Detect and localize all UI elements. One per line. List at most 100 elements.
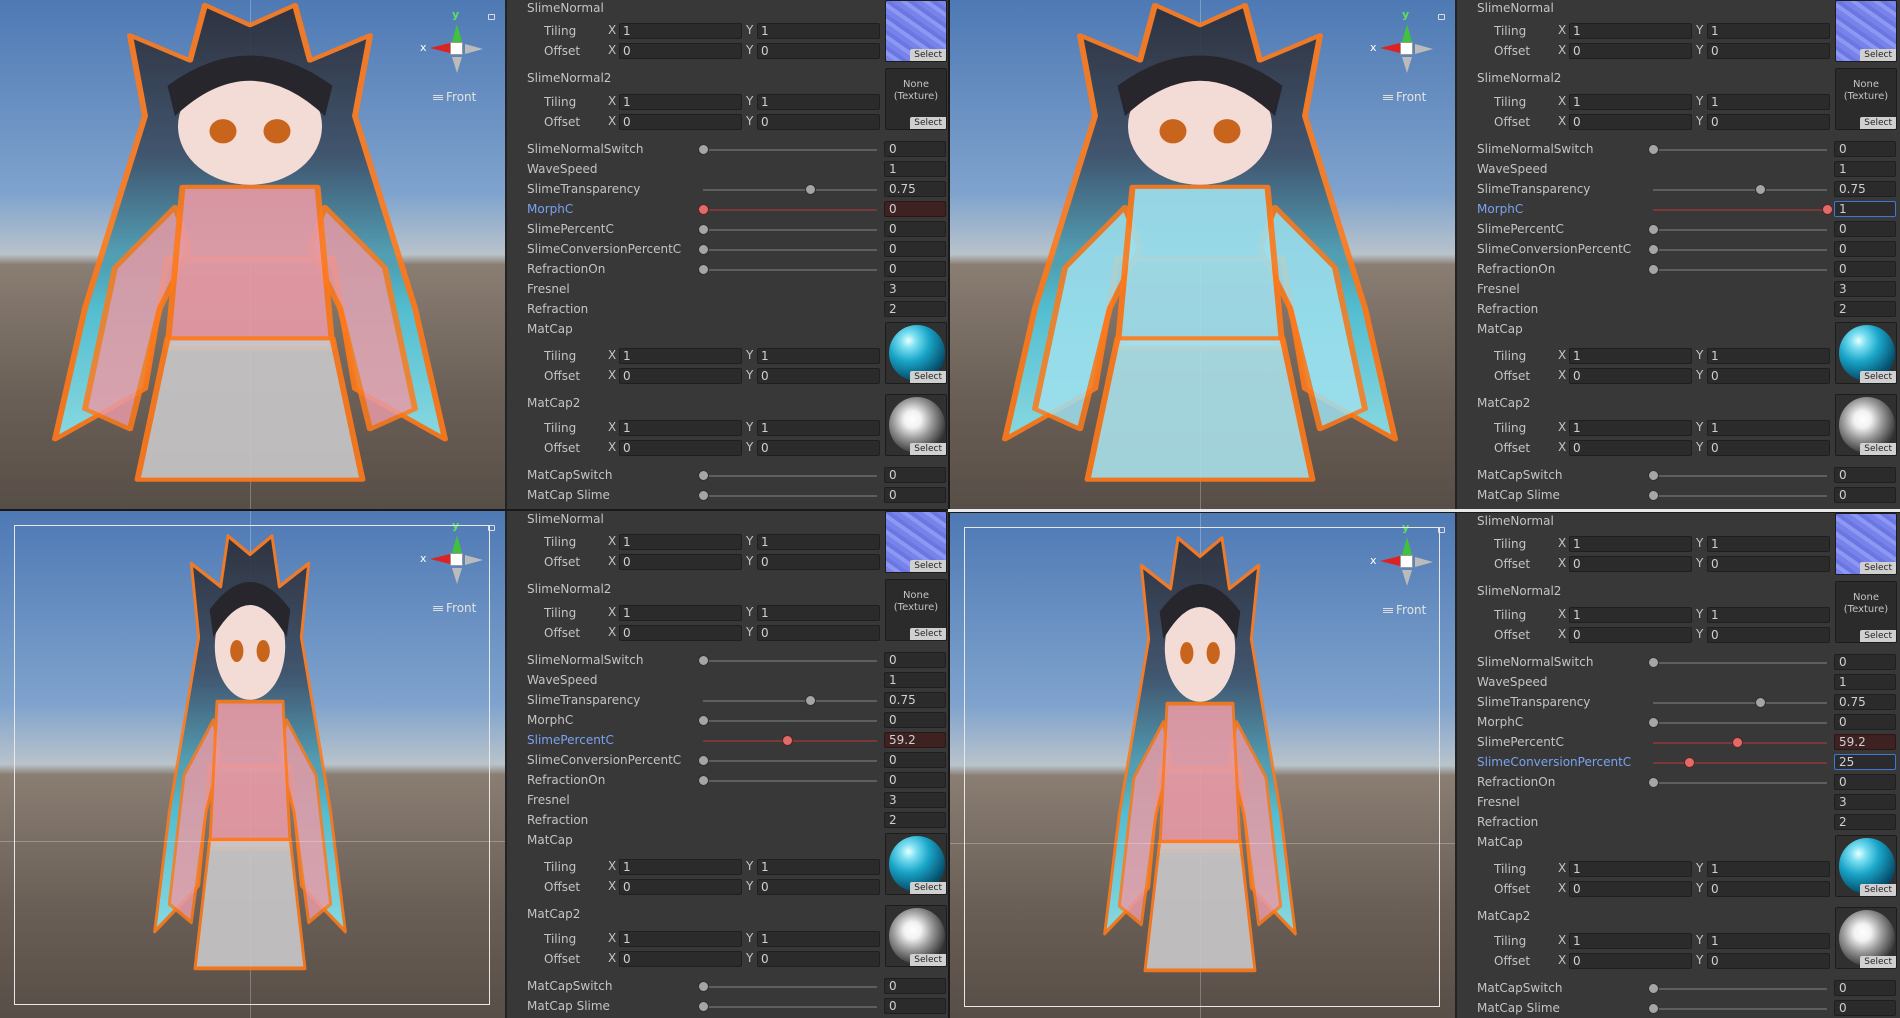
matcap-slime-field[interactable]: 0 [1834,1000,1896,1016]
slime-normal-switch-slider-track[interactable] [703,149,877,151]
matcap-switch-slider-knob[interactable] [1648,983,1659,994]
x-field[interactable]: 0 [619,114,742,130]
lock-icon[interactable] [488,14,495,20]
slime-transparency-slider-track[interactable] [1653,189,1827,191]
x-field[interactable]: 1 [1569,94,1692,110]
refraction-field[interactable]: 2 [1834,814,1896,830]
slime-conversion-percent-c-field[interactable]: 0 [884,241,946,257]
x-field[interactable]: 0 [1569,881,1692,897]
x-field[interactable]: 0 [1569,114,1692,130]
y-field[interactable]: 1 [757,859,880,875]
y-field[interactable]: 0 [757,554,880,570]
x-field[interactable]: 0 [1569,556,1692,572]
matcap-slime-field[interactable]: 0 [1834,487,1896,503]
morph-c-slider-knob[interactable] [1822,204,1833,215]
y-field[interactable]: 1 [1707,536,1830,552]
matcap-switch-slider-track[interactable] [1653,988,1827,990]
slime-percent-c-slider-track[interactable] [1653,229,1827,231]
slime-normal-switch-slider-track[interactable] [1653,662,1827,664]
slime-normal-switch-slider-knob[interactable] [698,144,709,155]
scene-viewport[interactable]: y x Front [0,0,505,509]
x-field[interactable]: 1 [619,931,742,947]
slime-normal-switch-field[interactable]: 0 [884,652,946,668]
refraction-on-slider-track[interactable] [1653,782,1827,784]
y-field[interactable]: 1 [1707,94,1830,110]
matcap-switch-slider-knob[interactable] [698,981,709,992]
slime-transparency-slider-knob[interactable] [1755,697,1766,708]
fresnel-field[interactable]: 3 [884,792,946,808]
slime-conversion-percent-c-slider-track[interactable] [1653,249,1827,251]
x-field[interactable]: 0 [619,440,742,456]
refraction-on-slider-knob[interactable] [698,264,709,275]
slime-percent-c-slider-knob[interactable] [1648,224,1659,235]
y-field[interactable]: 0 [757,368,880,384]
slime-transparency-slider-track[interactable] [703,700,877,702]
slime-transparency-slider-knob[interactable] [805,184,816,195]
fresnel-field[interactable]: 3 [1834,794,1896,810]
scene-viewport[interactable]: y x Front [950,0,1455,509]
x-field[interactable]: 0 [619,43,742,59]
wave-speed-field[interactable]: 1 [1834,161,1896,177]
matcap-slime-slider-knob[interactable] [1648,490,1659,501]
matcap-switch-slider-track[interactable] [703,475,877,477]
slime-conversion-percent-c-slider-knob[interactable] [698,755,709,766]
refraction-on-field[interactable]: 0 [1834,774,1896,790]
y-field[interactable]: 1 [1707,23,1830,39]
y-field[interactable]: 0 [757,951,880,967]
refraction-field[interactable]: 2 [1834,301,1896,317]
y-field[interactable]: 1 [757,534,880,550]
x-field[interactable]: 1 [619,23,742,39]
refraction-on-slider-knob[interactable] [698,775,709,786]
matcap-slime-slider-track[interactable] [703,1006,877,1008]
slime-transparency-slider-knob[interactable] [1755,184,1766,195]
x-field[interactable]: 1 [1569,420,1692,436]
wave-speed-field[interactable]: 1 [884,672,946,688]
slime-conversion-percent-c-slider-track[interactable] [703,760,877,762]
slime-transparency-slider-track[interactable] [703,189,877,191]
refraction-on-field[interactable]: 0 [1834,261,1896,277]
slime-conversion-percent-c-slider-knob[interactable] [1683,757,1695,768]
morph-c-field[interactable]: 0 [884,712,946,728]
slime-percent-c-field[interactable]: 59.2 [884,732,946,748]
slime-transparency-field[interactable]: 0.75 [1834,694,1896,710]
morph-c-slider-knob[interactable] [698,715,709,726]
matcap-switch-field[interactable]: 0 [1834,467,1896,483]
matcap-slime-slider-knob[interactable] [1648,1003,1659,1014]
slime-conversion-percent-c-slider-track[interactable] [1653,762,1827,764]
matcap-slime-field[interactable]: 0 [884,487,946,503]
x-field[interactable]: 0 [1569,953,1692,969]
y-field[interactable]: 1 [757,931,880,947]
x-field[interactable]: 0 [1569,368,1692,384]
matcap-switch-slider-track[interactable] [703,986,877,988]
y-field[interactable]: 0 [1707,368,1830,384]
refraction-on-slider-track[interactable] [703,269,877,271]
x-field[interactable]: 1 [1569,23,1692,39]
y-field[interactable]: 1 [1707,420,1830,436]
matcap-slime-field[interactable]: 0 [884,998,946,1014]
y-field[interactable]: 0 [1707,440,1830,456]
refraction-on-slider-track[interactable] [1653,269,1827,271]
y-field[interactable]: 0 [1707,953,1830,969]
y-field[interactable]: 1 [1707,861,1830,877]
y-field[interactable]: 0 [757,43,880,59]
y-field[interactable]: 0 [1707,556,1830,572]
matcap-switch-field[interactable]: 0 [884,978,946,994]
slime-normal-switch-slider-knob[interactable] [1648,144,1659,155]
slime-normal-switch-field[interactable]: 0 [1834,654,1896,670]
slime-normal-switch-slider-knob[interactable] [1648,657,1659,668]
refraction-on-slider-knob[interactable] [1648,264,1659,275]
matcap-slime-slider-track[interactable] [703,495,877,497]
x-field[interactable]: 1 [1569,536,1692,552]
slime-conversion-percent-c-field[interactable]: 0 [884,752,946,768]
matcap-slime-slider-track[interactable] [1653,1008,1827,1010]
slime-percent-c-field[interactable]: 59.2 [1834,734,1896,750]
slime-normal-switch-slider-track[interactable] [1653,149,1827,151]
morph-c-slider-knob[interactable] [1648,717,1659,728]
x-field[interactable]: 0 [1569,627,1692,643]
matcap-switch-slider-knob[interactable] [1648,470,1659,481]
slime-percent-c-slider-knob[interactable] [782,735,794,746]
y-field[interactable]: 0 [757,440,880,456]
x-field[interactable]: 1 [1569,607,1692,623]
slime-transparency-field[interactable]: 0.75 [884,181,946,197]
morph-c-field[interactable]: 0 [884,201,946,217]
